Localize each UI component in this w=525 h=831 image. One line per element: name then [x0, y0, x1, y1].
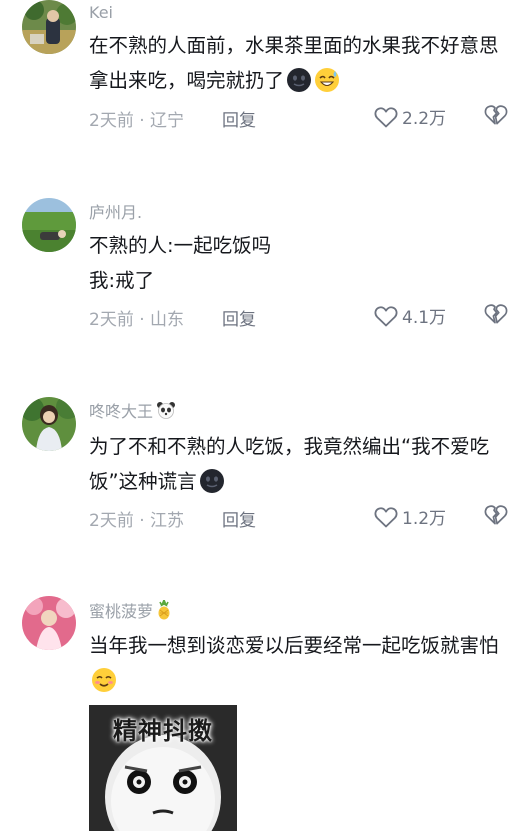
shy-smile-emoji: [91, 667, 117, 704]
post-time: 2天前: [89, 511, 134, 531]
broken-heart-icon: [484, 304, 508, 324]
broken-heart-icon: [484, 505, 508, 525]
comment-line: 不熟的人:一起吃饭吗: [89, 234, 272, 257]
location: 山东: [150, 310, 185, 330]
reply-button[interactable]: 回复: [222, 106, 256, 131]
avatar[interactable]: [22, 198, 76, 252]
comment-text-content: 当年我一想到谈恋爱以后要经常一起吃饭就害怕: [89, 634, 499, 657]
like-count: 2.2万: [402, 109, 447, 129]
comment-text: 在不熟的人面前，水果茶里面的水果我不好意思拿出来吃，喝完就扔了: [89, 28, 507, 104]
username[interactable]: 咚咚大王: [89, 401, 176, 424]
avatar[interactable]: [22, 0, 76, 54]
comment-meta: 2天前 · 江苏 回复 1.2万: [89, 504, 525, 531]
avatar[interactable]: [22, 596, 76, 650]
comment-text: 为了不和不熟的人吃饭，我竟然编出“我不爱吃饭”这种谎言: [89, 429, 507, 505]
dislike-button[interactable]: [484, 104, 508, 131]
username[interactable]: 蜜桃菠萝: [89, 597, 172, 625]
comment-line: 我:戒了: [89, 269, 155, 292]
heart-icon: [374, 506, 398, 527]
reply-button[interactable]: 回复: [222, 506, 256, 531]
like-button[interactable]: 4.1万: [374, 303, 446, 328]
dislike-button[interactable]: [484, 303, 508, 330]
separator: ·: [139, 310, 145, 330]
like-count: 1.2万: [402, 509, 447, 529]
location: 江苏: [150, 511, 185, 531]
dark-smile-emoji: [199, 468, 225, 505]
dislike-button[interactable]: [484, 504, 508, 531]
time-location: 2天前 · 辽宁: [89, 106, 184, 131]
avatar[interactable]: [22, 397, 76, 451]
like-count: 4.1万: [402, 308, 447, 328]
time-location: 2天前 · 江苏: [89, 506, 184, 531]
comment-text-content: 为了不和不熟的人吃饭，我竟然编出“我不爱吃饭”这种谎言: [89, 435, 490, 493]
username[interactable]: 庐州月.: [89, 203, 142, 223]
username-text: 咚咚大王: [89, 402, 154, 421]
dark-smile-emoji: [286, 67, 312, 104]
separator: ·: [139, 511, 145, 531]
username-text: 蜜桃菠萝: [89, 602, 154, 621]
like-button[interactable]: 1.2万: [374, 504, 446, 529]
comment-text: 当年我一想到谈恋爱以后要经常一起吃饭就害怕: [89, 628, 507, 704]
pineapple-emoji: [156, 597, 172, 625]
reply-button[interactable]: 回复: [222, 305, 256, 330]
like-button[interactable]: 2.2万: [374, 104, 446, 129]
heart-icon: [374, 106, 398, 127]
panda-emoji: [156, 401, 176, 424]
sticker-image[interactable]: 精神抖擞: [89, 705, 237, 831]
location: 辽宁: [150, 111, 185, 131]
broken-heart-icon: [484, 105, 508, 125]
username[interactable]: Kei: [89, 3, 113, 23]
post-time: 2天前: [89, 111, 134, 131]
comment-meta: 2天前 · 辽宁 回复 2.2万: [89, 104, 525, 131]
sweat-smile-emoji: [314, 67, 340, 104]
post-time: 2天前: [89, 310, 134, 330]
heart-icon: [374, 305, 398, 326]
separator: ·: [139, 111, 145, 131]
comment-text: 不熟的人:一起吃饭吗 我:戒了: [89, 228, 507, 298]
time-location: 2天前 · 山东: [89, 305, 184, 330]
sticker-caption: 精神抖擞: [113, 717, 213, 745]
comment-meta: 2天前 · 山东 回复 4.1万: [89, 303, 525, 330]
